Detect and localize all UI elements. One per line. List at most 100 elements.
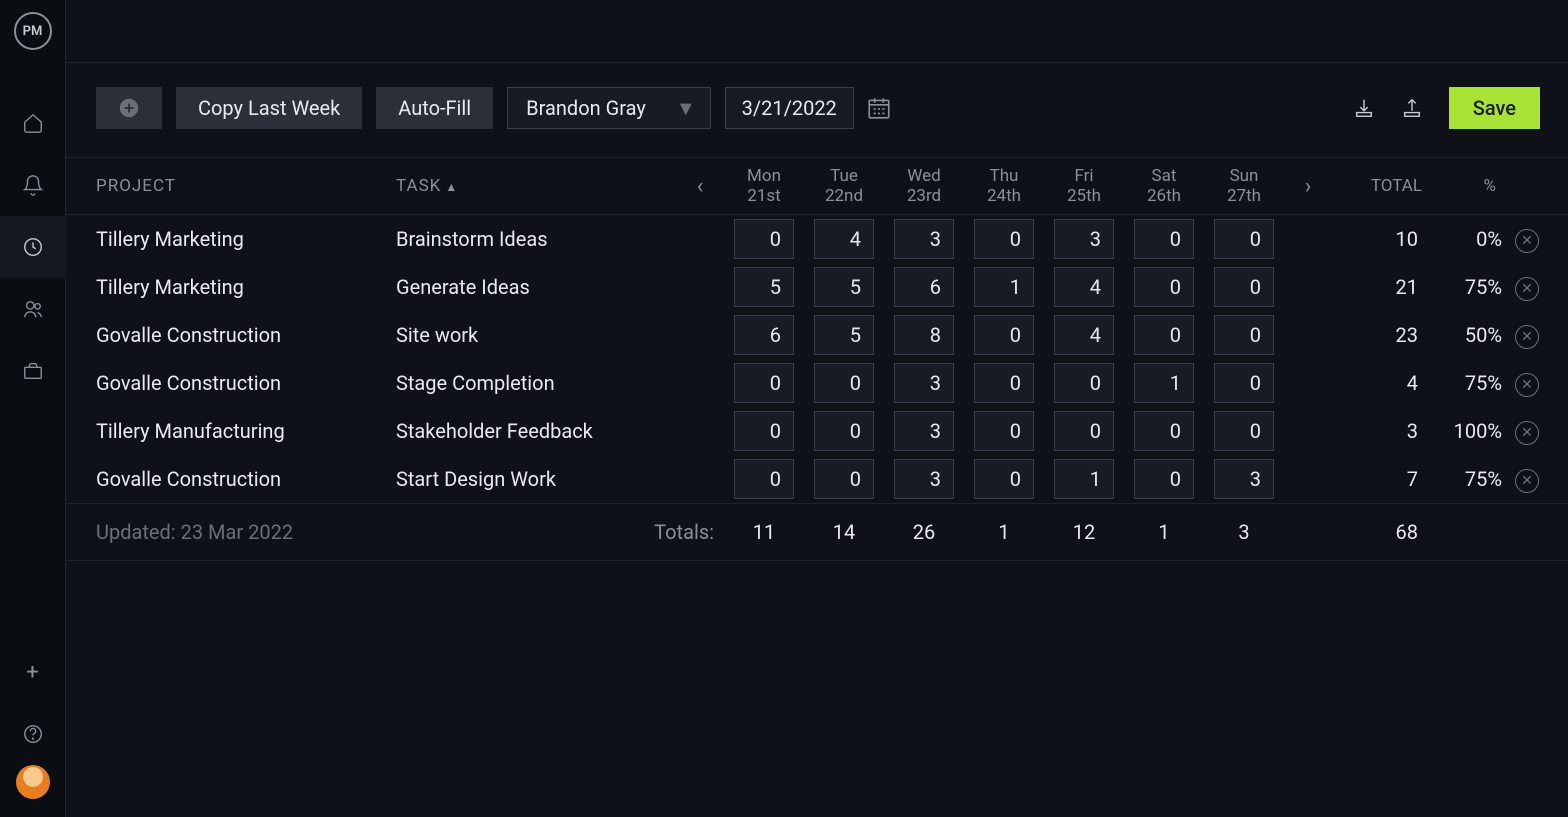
hours-input[interactable]: [1214, 459, 1274, 499]
hours-input[interactable]: [1214, 363, 1274, 403]
nav-add[interactable]: +: [0, 641, 66, 703]
row-task: Stakeholder Feedback: [396, 419, 676, 443]
home-icon: [22, 112, 44, 134]
hours-input[interactable]: [1054, 411, 1114, 451]
date-input[interactable]: 3/21/2022: [725, 87, 854, 129]
copy-last-week-button[interactable]: Copy Last Week: [176, 87, 362, 129]
table-header: PROJECT TASK▲ ‹ Mon21st Tue22nd Wed23rd …: [66, 157, 1568, 215]
import-button[interactable]: [1347, 87, 1381, 129]
hours-input[interactable]: [894, 459, 954, 499]
row-project: Tillery Marketing: [96, 227, 396, 251]
hours-input[interactable]: [1214, 267, 1274, 307]
hours-input[interactable]: [1054, 267, 1114, 307]
total-wed: 26: [884, 520, 964, 544]
hours-input[interactable]: [734, 219, 794, 259]
hours-input[interactable]: [974, 267, 1034, 307]
hours-input[interactable]: [974, 219, 1034, 259]
chevron-down-icon: ▼: [676, 96, 696, 121]
nav-home[interactable]: [0, 92, 66, 154]
left-nav: PM +: [0, 0, 66, 817]
next-week-button[interactable]: ›: [1284, 174, 1332, 199]
hours-input[interactable]: [1054, 315, 1114, 355]
row-pct: 75%: [1422, 467, 1502, 491]
hours-input[interactable]: [734, 315, 794, 355]
hours-input[interactable]: [734, 459, 794, 499]
delete-row-button[interactable]: ✕: [1515, 421, 1539, 445]
hours-input[interactable]: [894, 363, 954, 403]
upload-icon: [1401, 97, 1423, 119]
row-pct: 75%: [1422, 371, 1502, 395]
prev-week-button[interactable]: ‹: [676, 174, 724, 199]
row-pct: 100%: [1422, 419, 1502, 443]
total-thu: 1: [964, 520, 1044, 544]
add-row-button[interactable]: [96, 87, 162, 129]
app-logo: PM: [14, 12, 52, 50]
download-icon: [1353, 97, 1375, 119]
hours-input[interactable]: [1134, 315, 1194, 355]
user-avatar[interactable]: [16, 765, 50, 799]
delete-row-button[interactable]: ✕: [1515, 373, 1539, 397]
hours-input[interactable]: [1214, 411, 1274, 451]
hours-input[interactable]: [814, 363, 874, 403]
hours-input[interactable]: [894, 219, 954, 259]
hours-input[interactable]: [734, 411, 794, 451]
calendar-icon: [866, 95, 892, 121]
nav-timesheet[interactable]: [0, 216, 66, 278]
hours-input[interactable]: [814, 267, 874, 307]
row-project: Govalle Construction: [96, 323, 396, 347]
row-pct: 75%: [1422, 275, 1502, 299]
hours-input[interactable]: [1214, 315, 1274, 355]
nav-team[interactable]: [0, 278, 66, 340]
delete-row-button[interactable]: ✕: [1515, 469, 1539, 493]
hours-input[interactable]: [894, 411, 954, 451]
hours-input[interactable]: [814, 411, 874, 451]
row-total: 4: [1332, 371, 1422, 395]
nav-help[interactable]: [0, 703, 66, 765]
hours-input[interactable]: [814, 459, 874, 499]
hours-input[interactable]: [894, 315, 954, 355]
auto-fill-button[interactable]: Auto-Fill: [376, 87, 493, 129]
close-icon: ✕: [1521, 281, 1533, 297]
header-day-mon: Mon21st: [724, 166, 804, 207]
table-row: Govalle ConstructionStart Design Work775…: [66, 455, 1568, 503]
header-task[interactable]: TASK▲: [396, 176, 676, 196]
hours-input[interactable]: [1134, 219, 1194, 259]
row-total: 23: [1332, 323, 1422, 347]
calendar-button[interactable]: [862, 87, 896, 129]
row-total: 7: [1332, 467, 1422, 491]
hours-input[interactable]: [1134, 459, 1194, 499]
hours-input[interactable]: [894, 267, 954, 307]
hours-input[interactable]: [1134, 267, 1194, 307]
hours-input[interactable]: [814, 315, 874, 355]
delete-row-button[interactable]: ✕: [1515, 325, 1539, 349]
header-day-sat: Sat26th: [1124, 166, 1204, 207]
plus-circle-icon: [118, 97, 140, 119]
hours-input[interactable]: [974, 363, 1034, 403]
hours-input[interactable]: [814, 219, 874, 259]
hours-input[interactable]: [1054, 219, 1114, 259]
hours-input[interactable]: [1134, 363, 1194, 403]
export-button[interactable]: [1395, 87, 1429, 129]
hours-input[interactable]: [1214, 219, 1274, 259]
save-button[interactable]: Save: [1449, 87, 1540, 129]
hours-input[interactable]: [974, 315, 1034, 355]
nav-notifications[interactable]: [0, 154, 66, 216]
hours-input[interactable]: [1054, 363, 1114, 403]
hours-input[interactable]: [974, 411, 1034, 451]
header-project[interactable]: PROJECT: [96, 176, 396, 196]
hours-input[interactable]: [1134, 411, 1194, 451]
row-task: Site work: [396, 323, 676, 347]
hours-input[interactable]: [734, 363, 794, 403]
total-sun: 3: [1204, 520, 1284, 544]
user-select-value: Brandon Gray: [526, 96, 646, 120]
nav-portfolio[interactable]: [0, 340, 66, 402]
hours-input[interactable]: [1054, 459, 1114, 499]
table-row: Tillery MarketingBrainstorm Ideas100%✕: [66, 215, 1568, 263]
users-icon: [22, 298, 44, 320]
delete-row-button[interactable]: ✕: [1515, 277, 1539, 301]
delete-row-button[interactable]: ✕: [1515, 229, 1539, 253]
hours-input[interactable]: [734, 267, 794, 307]
user-select[interactable]: Brandon Gray ▼: [507, 87, 710, 129]
hours-input[interactable]: [974, 459, 1034, 499]
plus-icon: +: [26, 660, 38, 685]
